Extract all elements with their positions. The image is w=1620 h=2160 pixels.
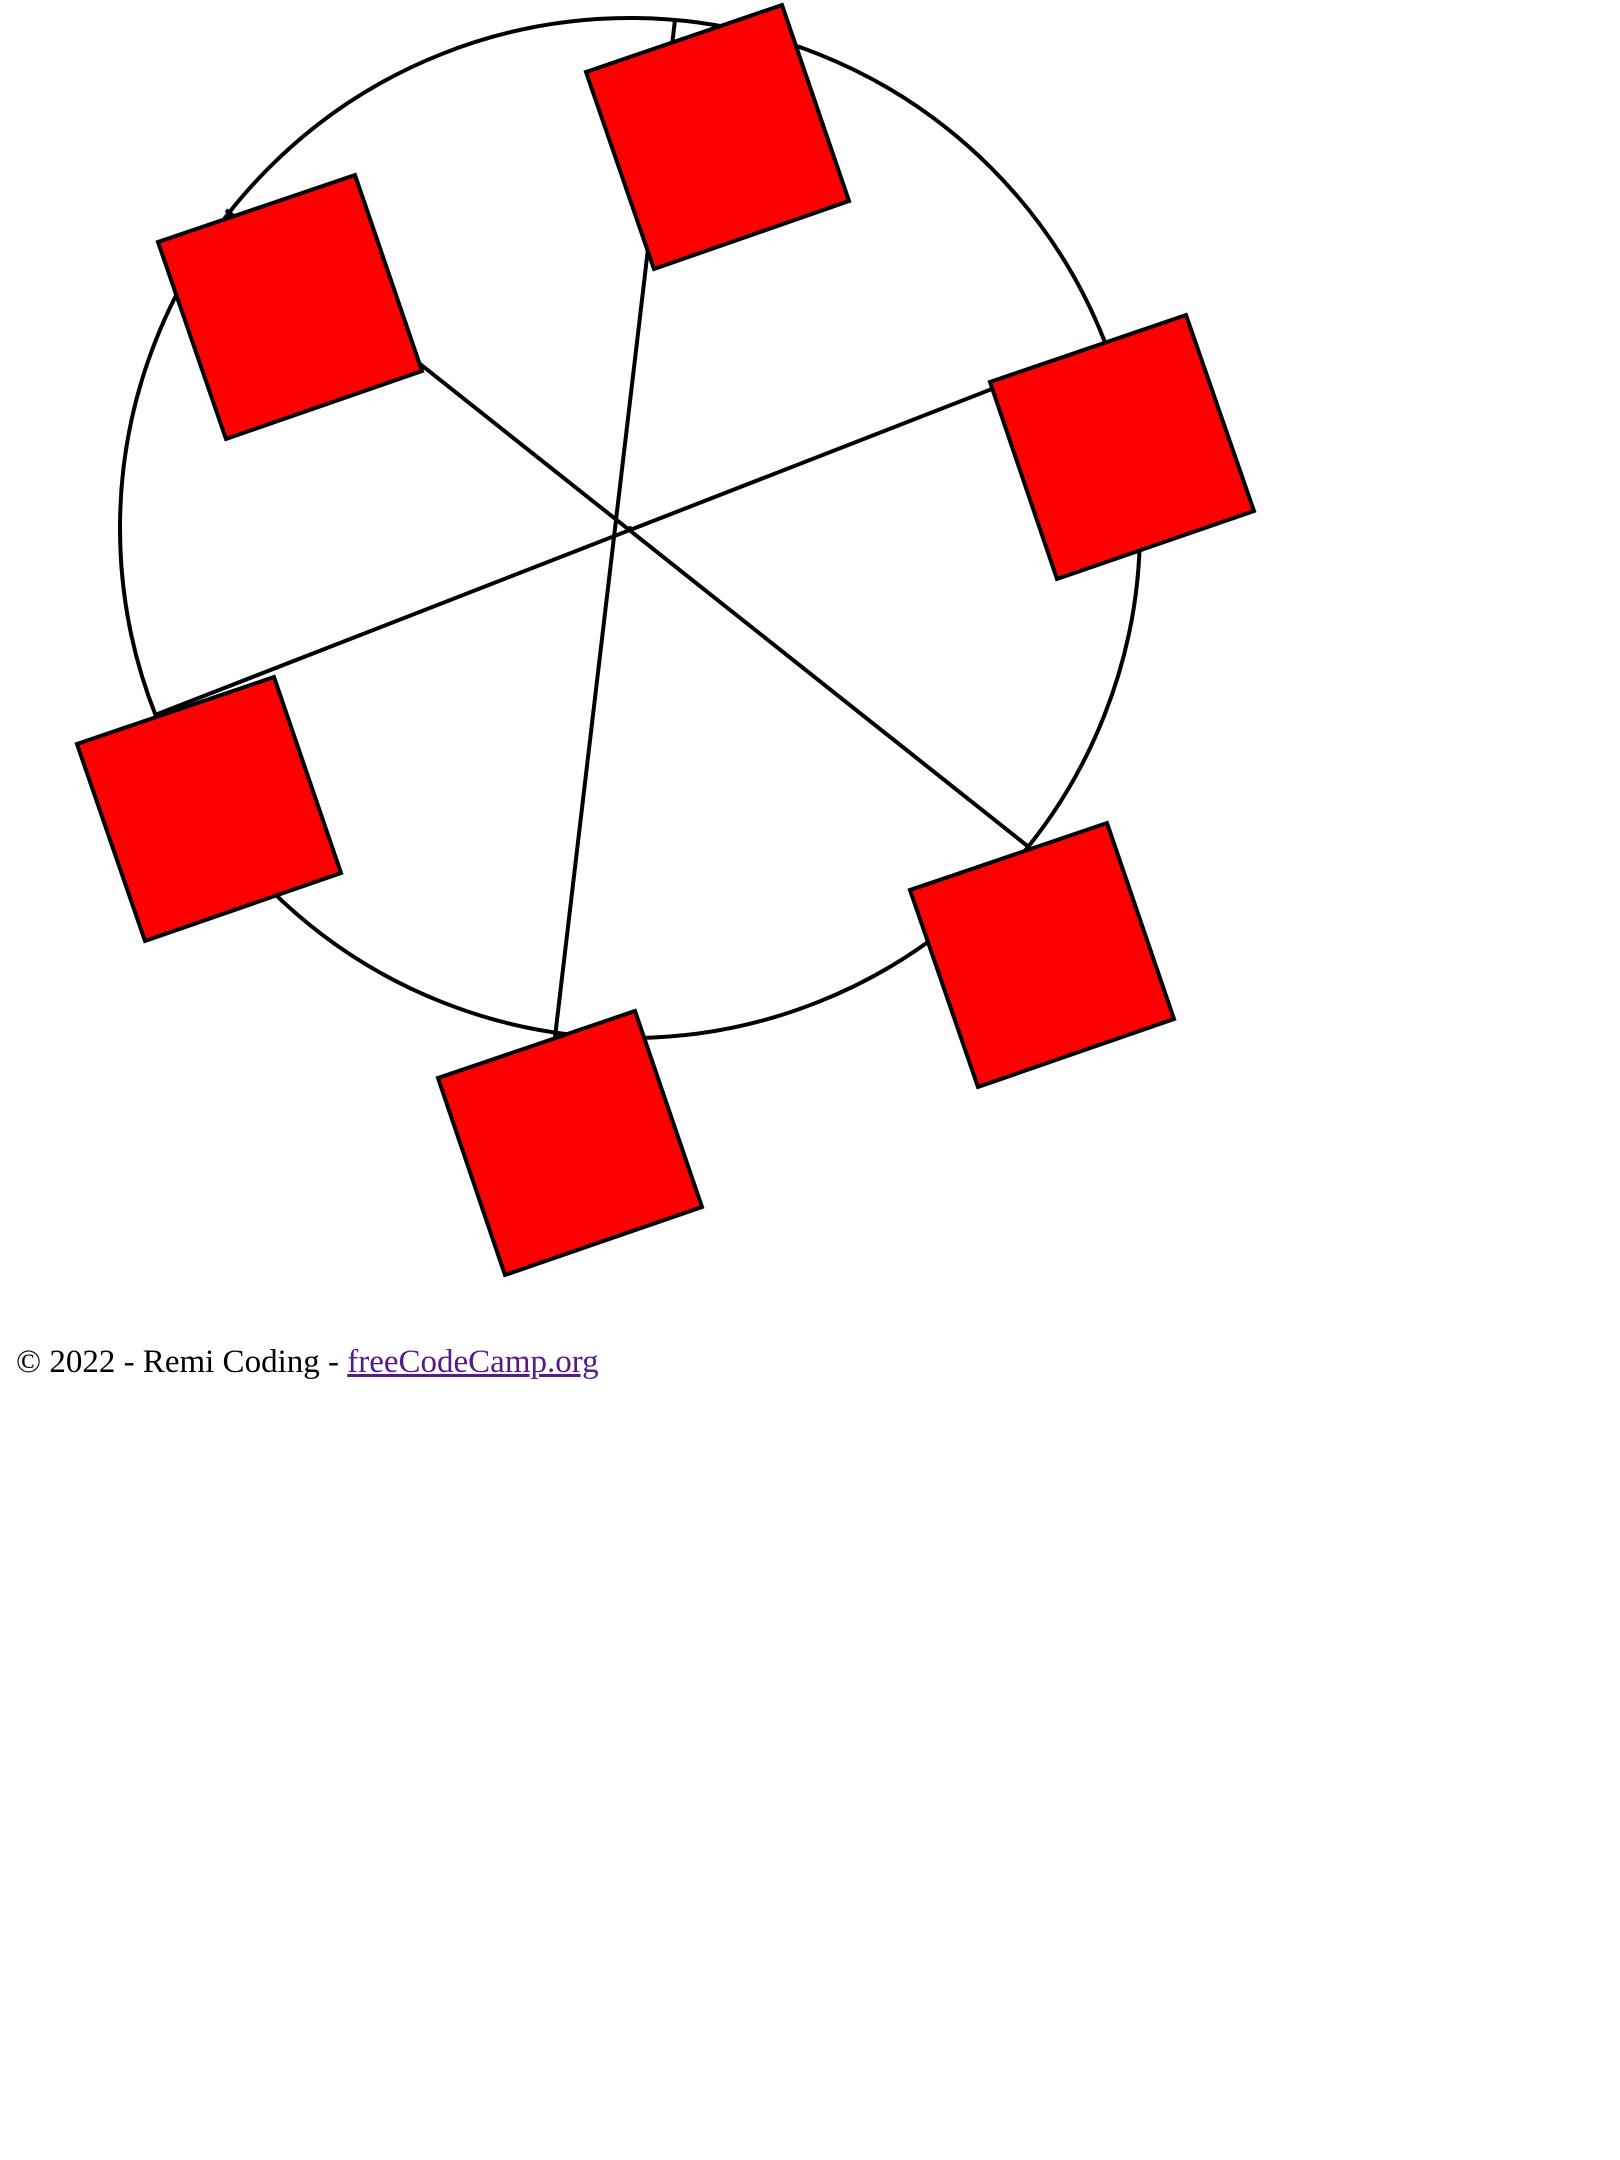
cabin (987, 312, 1257, 582)
cabin (435, 1008, 705, 1278)
cabin (583, 2, 852, 272)
footer-copyright: © 2022 - Remi Coding - (16, 1344, 348, 1380)
cabin (74, 674, 344, 944)
ferris-wheel (74, 2, 1257, 1278)
cabin (907, 820, 1177, 1090)
footer: © 2022 - Remi Coding - freeCodeCamp.org (16, 1343, 599, 1383)
freecodecamp-link[interactable]: freeCodeCamp.org (347, 1344, 598, 1380)
wheel-cabins (74, 2, 1257, 1278)
page: © 2022 - Remi Coding - freeCodeCamp.org (0, 0, 1620, 2160)
wheel-hub (628, 526, 632, 530)
cabin (155, 172, 425, 442)
